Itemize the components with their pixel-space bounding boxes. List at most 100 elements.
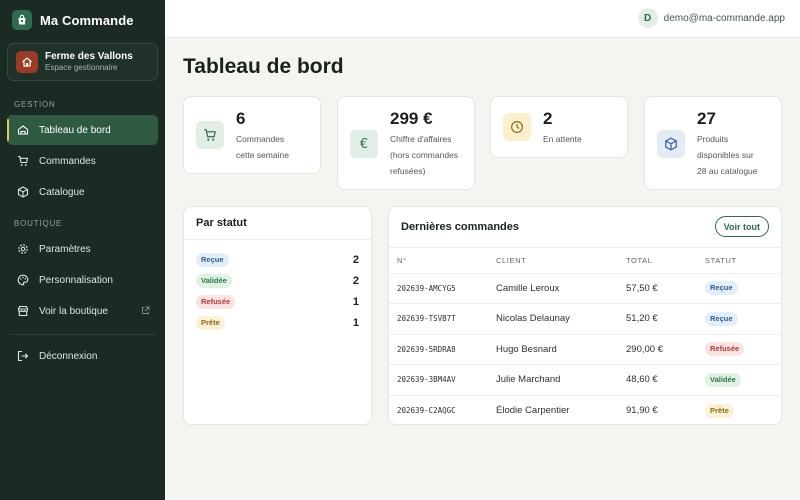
palette-icon — [17, 274, 29, 286]
table-header-row: N° CLIENT TOTAL STATUT — [389, 248, 781, 274]
status-badge: Validée — [196, 274, 232, 288]
order-client: Élodie Carpentier — [496, 405, 570, 416]
status-count: 1 — [352, 296, 359, 308]
status-row: Prête 1 — [196, 315, 359, 331]
shop-subtitle: Espace gestionnaire — [45, 63, 118, 72]
stat-label: Commandes cette semaine — [236, 131, 289, 163]
stat-label-line: 28 au catalogue — [697, 166, 758, 176]
clock-icon — [503, 113, 531, 141]
section-title-boutique: BOUTIQUE — [14, 219, 63, 228]
app-name: Ma Commande — [40, 12, 134, 28]
stat-value: 6 — [236, 109, 246, 128]
stat-card-orders: 6 Commandes cette semaine — [183, 96, 321, 174]
euro-icon: € — [350, 130, 378, 158]
status-badge: Validée — [705, 372, 741, 387]
box-icon — [657, 130, 685, 158]
sidebar-item-label: Catalogue — [39, 186, 85, 198]
status-badge: Reçue — [705, 311, 738, 326]
order-client: Julie Marchand — [496, 364, 626, 396]
stat-value: 27 — [697, 109, 716, 128]
view-all-button[interactable]: Voir tout — [714, 216, 769, 237]
page-title: Tableau de bord — [183, 55, 344, 78]
sidebar: Ma Commande Ferme des Vallons Espace ges… — [0, 0, 165, 500]
status-badge: Reçue — [705, 281, 738, 296]
sidebar-item-label: Personnalisation — [39, 274, 113, 286]
recent-orders-table: N° CLIENT TOTAL STATUT 202639-AMCYG5 Cam… — [389, 248, 781, 424]
stat-label-line: Produits — [697, 134, 729, 144]
stat-label: En attente — [543, 131, 582, 147]
stat-label-line: (hors commandes — [390, 150, 459, 160]
topbar: D demo@ma-commande.app — [165, 0, 800, 38]
cart-icon — [17, 155, 29, 167]
order-total: 57,50 € — [626, 273, 705, 304]
gear-icon — [17, 243, 29, 255]
brand[interactable]: Ma Commande — [0, 0, 165, 40]
column-header-number[interactable]: N° — [389, 248, 496, 274]
sidebar-item-label: Tableau de bord — [39, 124, 111, 136]
sidebar-item-label: Voir la boutique — [39, 305, 108, 317]
shop-switcher[interactable]: Ferme des Vallons Espace gestionnaire — [7, 43, 158, 81]
stat-label-line: Commandes — [236, 134, 285, 144]
sidebar-item-catalog[interactable]: Catalogue — [7, 177, 158, 207]
store-icon — [17, 305, 29, 317]
logout-label: Déconnexion — [39, 350, 98, 362]
stat-label: Chiffre d'affaires (hors commandes refus… — [390, 131, 458, 179]
table-row[interactable]: 202639-5RDRA8 Hugo Besnard 290,00 € Refu… — [389, 334, 781, 365]
status-count: 2 — [352, 254, 359, 266]
recent-orders-title: Dernières commandes — [401, 221, 519, 233]
sidebar-item-dashboard[interactable]: Tableau de bord — [7, 115, 158, 145]
external-link-icon — [141, 306, 150, 315]
status-badge: Prête — [196, 316, 225, 330]
status-count: 1 — [352, 317, 359, 329]
column-header-total[interactable]: TOTAL — [626, 248, 705, 274]
box-icon — [17, 186, 29, 198]
sidebar-item-view-shop[interactable]: Voir la boutique — [7, 296, 158, 326]
sidebar-item-orders[interactable]: Commandes — [7, 146, 158, 176]
recent-orders-card: Dernières commandes Voir tout N° CLIENT … — [388, 206, 782, 425]
order-number[interactable]: 202639-3BM4AV — [397, 375, 456, 384]
status-card: Par statut Reçue 2 Validée 2 Refusée 1 P… — [183, 206, 372, 425]
status-row: Refusée 1 — [196, 294, 359, 310]
user-menu[interactable]: D demo@ma-commande.app — [637, 8, 785, 28]
status-count: 2 — [352, 275, 359, 287]
stat-card-products: 27 Produits disponibles sur 28 au catalo… — [644, 96, 782, 190]
stat-label-line: refusées) — [390, 166, 426, 176]
status-badge: Refusée — [196, 295, 236, 309]
stat-value: 2 — [543, 109, 553, 128]
sidebar-item-settings[interactable]: Paramètres — [7, 234, 158, 264]
table-row[interactable]: 202639-AMCYG5 Camille Leroux 57,50 € Reç… — [389, 273, 781, 304]
table-row[interactable]: 202639-3BM4AV Julie Marchand 48,60 € Val… — [389, 364, 781, 396]
order-number[interactable]: 202639-AMCYG5 — [397, 284, 456, 293]
stat-label-line: En attente — [543, 134, 582, 144]
sidebar-item-label: Paramètres — [39, 243, 91, 255]
logout-button[interactable]: Déconnexion — [7, 341, 158, 371]
table-row[interactable]: 202639-TSVB7T Nicolas Delaunay 51,20 € R… — [389, 303, 781, 335]
order-number[interactable]: 202639-5RDRA8 — [397, 345, 456, 354]
section-title-gestion: GESTION — [14, 100, 56, 109]
order-total: 51,20 € — [626, 303, 705, 335]
column-header-status[interactable]: STATUT — [705, 248, 781, 274]
order-total: 91,90 € — [626, 405, 658, 416]
house-icon — [16, 51, 38, 73]
status-badge: Refusée — [705, 342, 745, 357]
cart-icon — [196, 121, 224, 149]
order-client: Nicolas Delaunay — [496, 303, 626, 335]
status-card-header: Par statut — [184, 207, 371, 240]
status-card-title: Par statut — [196, 217, 247, 229]
dashboard-icon — [17, 124, 29, 136]
stat-card-pending: 2 En attente — [490, 96, 628, 158]
table-row[interactable]: 202639-C2AQGC Élodie Carpentier 91,90 € … — [389, 395, 781, 424]
status-badge: Prête — [705, 403, 734, 418]
order-number[interactable]: 202639-C2AQGC — [397, 406, 456, 415]
sidebar-item-label: Commandes — [39, 155, 96, 167]
logout-icon — [17, 350, 29, 362]
order-number[interactable]: 202639-TSVB7T — [397, 314, 456, 323]
column-header-client[interactable]: CLIENT — [496, 248, 626, 274]
sidebar-divider — [10, 334, 155, 335]
order-total: 290,00 € — [626, 334, 705, 365]
user-email: demo@ma-commande.app — [663, 12, 785, 24]
order-client: Hugo Besnard — [496, 334, 626, 365]
shop-name: Ferme des Vallons — [45, 51, 133, 62]
sidebar-item-customization[interactable]: Personnalisation — [7, 265, 158, 295]
status-badge: Reçue — [196, 253, 229, 267]
